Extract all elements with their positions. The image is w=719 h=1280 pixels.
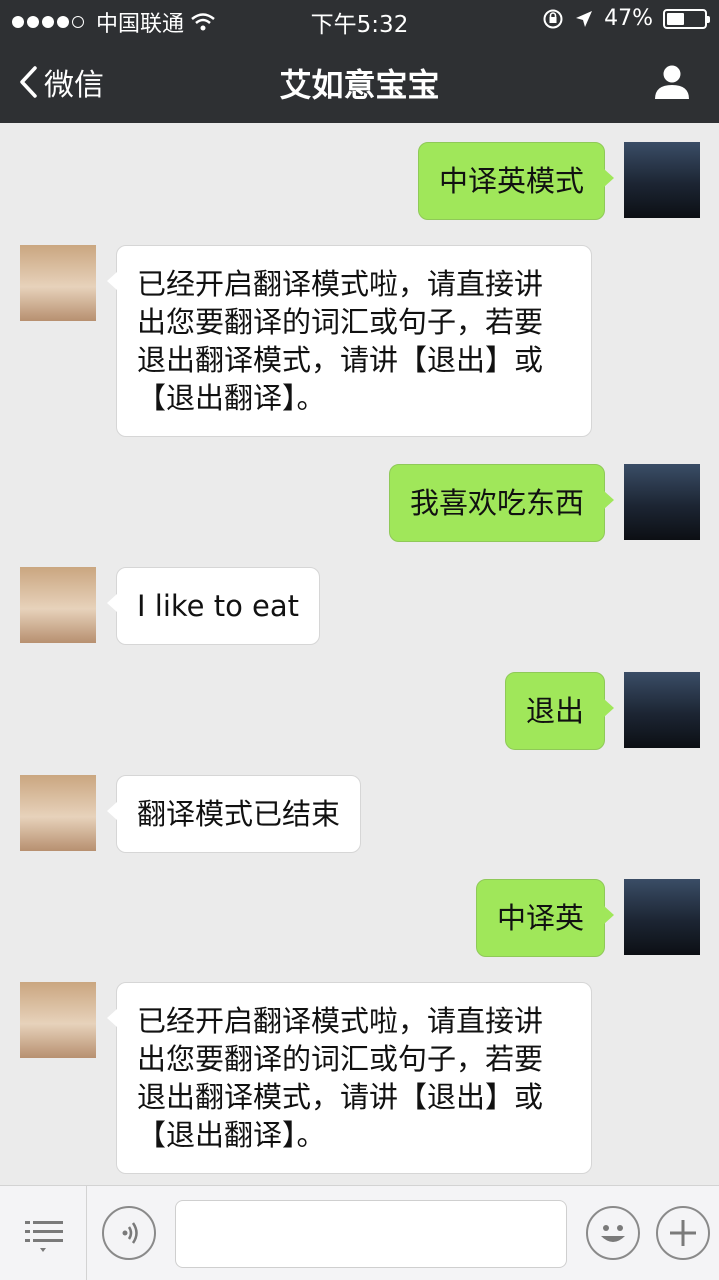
my-avatar[interactable] — [624, 142, 700, 218]
battery-percent: 47% — [604, 6, 653, 31]
orientation-lock-icon — [543, 9, 563, 28]
location-arrow-icon — [576, 10, 593, 27]
message-bubble-incoming[interactable]: I like to eat — [106, 567, 321, 645]
message-bubble-incoming[interactable]: 已经开启翻译模式啦，请直接讲出您要翻译的词汇或句子，若要退出翻译模式，请讲【退出… — [107, 982, 592, 1174]
input-bar — [0, 1185, 719, 1280]
more-button[interactable] — [656, 1206, 710, 1260]
message-list[interactable]: 中译英模式 已经开启翻译模式啦，请直接讲出您要翻译的词汇或句子，若要退出翻译模式… — [0, 123, 719, 1185]
voice-icon — [122, 1222, 138, 1244]
my-avatar[interactable] — [624, 879, 700, 955]
voice-button[interactable] — [102, 1206, 156, 1260]
bot-avatar[interactable] — [20, 245, 96, 321]
status-right: 47% — [542, 6, 710, 31]
smiley-icon — [601, 1225, 625, 1242]
menu-icon — [25, 1221, 63, 1252]
message-bubble-incoming[interactable]: 翻译模式已结束 — [106, 775, 362, 853]
emoji-button[interactable] — [586, 1206, 640, 1260]
menu-button[interactable] — [0, 1186, 87, 1280]
my-avatar[interactable] — [624, 464, 700, 540]
message-input[interactable] — [175, 1200, 567, 1268]
message-bubble-outgoing[interactable]: 中译英模式 — [417, 142, 615, 220]
chat-title: 艾如意宝宝 — [279, 66, 440, 104]
my-avatar[interactable] — [624, 672, 700, 748]
battery-icon — [663, 8, 710, 29]
bot-avatar[interactable] — [20, 567, 96, 643]
plus-icon — [670, 1220, 696, 1246]
person-icon — [655, 65, 689, 99]
bot-avatar[interactable] — [20, 982, 96, 1058]
message-bubble-outgoing[interactable]: 退出 — [504, 672, 615, 750]
message-bubble-outgoing[interactable]: 中译英 — [475, 879, 615, 957]
nav-bar: 微信 艾如意宝宝 — [0, 40, 719, 123]
chat-info-button[interactable] — [653, 64, 691, 104]
battery-fill — [667, 12, 684, 25]
message-bubble-outgoing[interactable]: 我喜欢吃东西 — [388, 464, 615, 542]
message-bubble-incoming[interactable]: 已经开启翻译模式啦，请直接讲出您要翻译的词汇或句子，若要退出翻译模式，请讲【退出… — [107, 245, 592, 437]
bot-avatar[interactable] — [20, 775, 96, 851]
status-bar: 中国联通 下午5:32 47% — [0, 0, 719, 40]
wechat-chat-screen: 中国联通 下午5:32 47% 微信 艾如意宝宝 中译英模式 已经开启翻译模式啦… — [0, 0, 719, 1280]
